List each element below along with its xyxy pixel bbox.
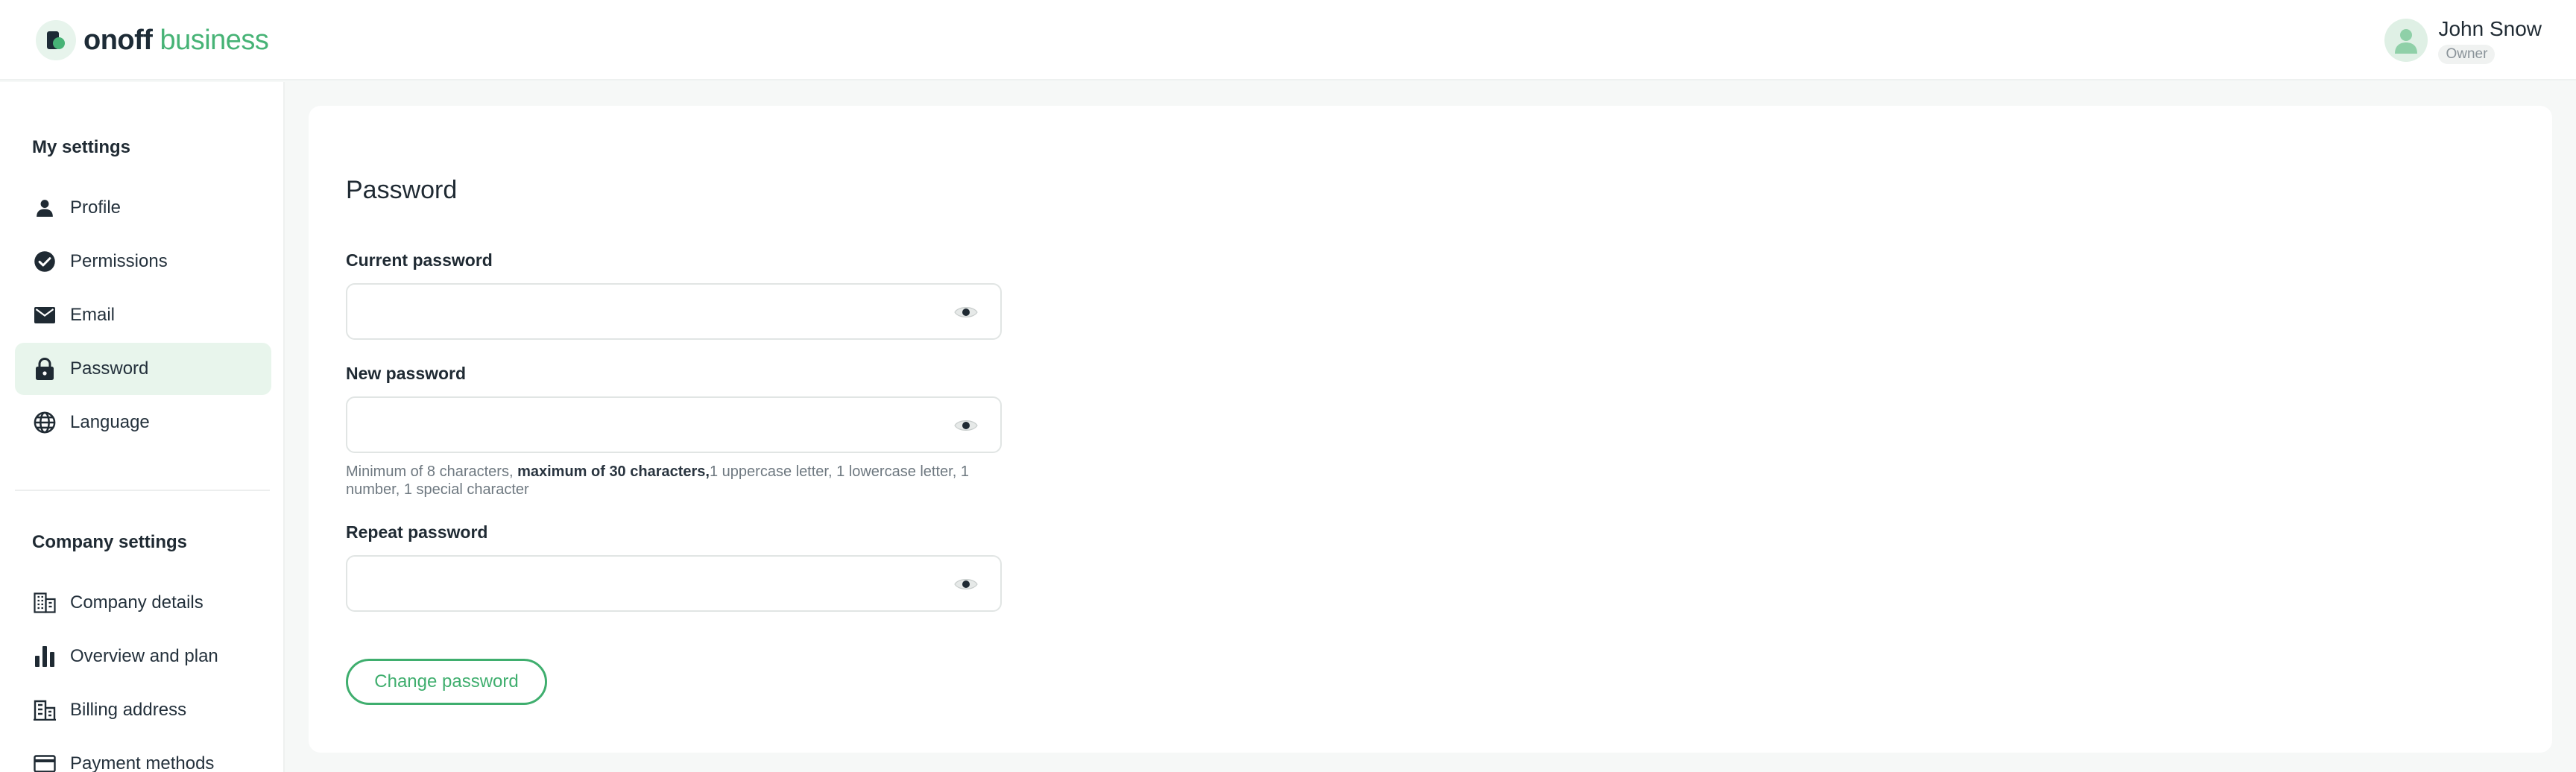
sidebar-item-label: Permissions <box>70 251 168 271</box>
sidebar-item-label: Overview and plan <box>70 646 218 666</box>
sidebar-item-billing-address[interactable]: Billing address <box>15 684 271 736</box>
user-menu[interactable]: John Snow Owner <box>2384 16 2542 64</box>
sidebar-item-label: Company details <box>70 592 203 613</box>
sidebar-item-language[interactable]: Language <box>15 396 271 449</box>
sidebar-divider <box>15 490 270 491</box>
sidebar-item-label: Payment methods <box>70 753 215 772</box>
password-requirements-hint: Minimum of 8 characters, maximum of 30 c… <box>346 463 1002 499</box>
user-role-badge: Owner <box>2438 45 2496 64</box>
sidebar-item-overview-plan[interactable]: Overview and plan <box>15 630 271 683</box>
check-circle-icon <box>33 250 57 273</box>
new-password-field[interactable] <box>346 396 1002 453</box>
page-title: Password <box>346 176 458 204</box>
show-password-eye-icon[interactable] <box>954 576 978 592</box>
show-password-eye-icon[interactable] <box>954 417 978 434</box>
sidebar-item-permissions[interactable]: Permissions <box>15 235 271 288</box>
sidebar-item-label: Language <box>70 412 150 432</box>
globe-icon <box>33 411 57 434</box>
current-password-label: Current password <box>346 250 493 270</box>
repeat-password-label: Repeat password <box>346 522 488 542</box>
credit-card-icon <box>33 752 57 772</box>
sidebar-item-label: Password <box>70 358 149 379</box>
sidebar-item-label: Billing address <box>70 700 187 720</box>
my-settings-title: My settings <box>32 137 131 157</box>
brand-logo[interactable]: onoff business <box>36 19 269 61</box>
change-password-button[interactable]: Change password <box>346 659 547 705</box>
hint-text: Minimum of 8 characters, <box>346 463 518 480</box>
sidebar-item-label: Email <box>70 305 116 325</box>
brand-name-light: business <box>160 25 269 56</box>
sidebar-item-password[interactable]: Password <box>15 343 271 395</box>
company-settings-title: Company settings <box>32 532 188 552</box>
hint-bold-text: maximum of 30 characters, <box>517 463 710 480</box>
sidebar-item-profile[interactable]: Profile <box>15 182 271 234</box>
repeat-password-field[interactable] <box>346 555 1002 612</box>
bar-chart-icon <box>33 645 57 668</box>
person-icon <box>33 196 57 220</box>
logo-icon <box>36 20 76 60</box>
sidebar-item-label: Profile <box>70 197 121 218</box>
user-name: John Snow <box>2438 17 2542 40</box>
building-icon <box>33 591 57 615</box>
sidebar-item-company-details[interactable]: Company details <box>15 577 271 629</box>
show-password-eye-icon[interactable] <box>954 304 978 320</box>
sidebar-item-payment-methods[interactable]: Payment methods <box>15 738 271 772</box>
envelope-icon <box>33 303 57 327</box>
billing-building-icon <box>33 698 57 722</box>
avatar[interactable] <box>2384 19 2428 62</box>
settings-sidebar: My settings Profile Permissions Email Pa… <box>0 82 285 772</box>
current-password-field[interactable] <box>346 283 1002 340</box>
top-header: onoff business John Snow Owner <box>0 0 2576 80</box>
brand-name-bold: onoff <box>83 25 153 56</box>
sidebar-item-email[interactable]: Email <box>15 289 271 341</box>
new-password-label: New password <box>346 364 467 383</box>
lock-icon <box>33 357 57 381</box>
password-card: Password Current password New password M… <box>309 106 2552 753</box>
